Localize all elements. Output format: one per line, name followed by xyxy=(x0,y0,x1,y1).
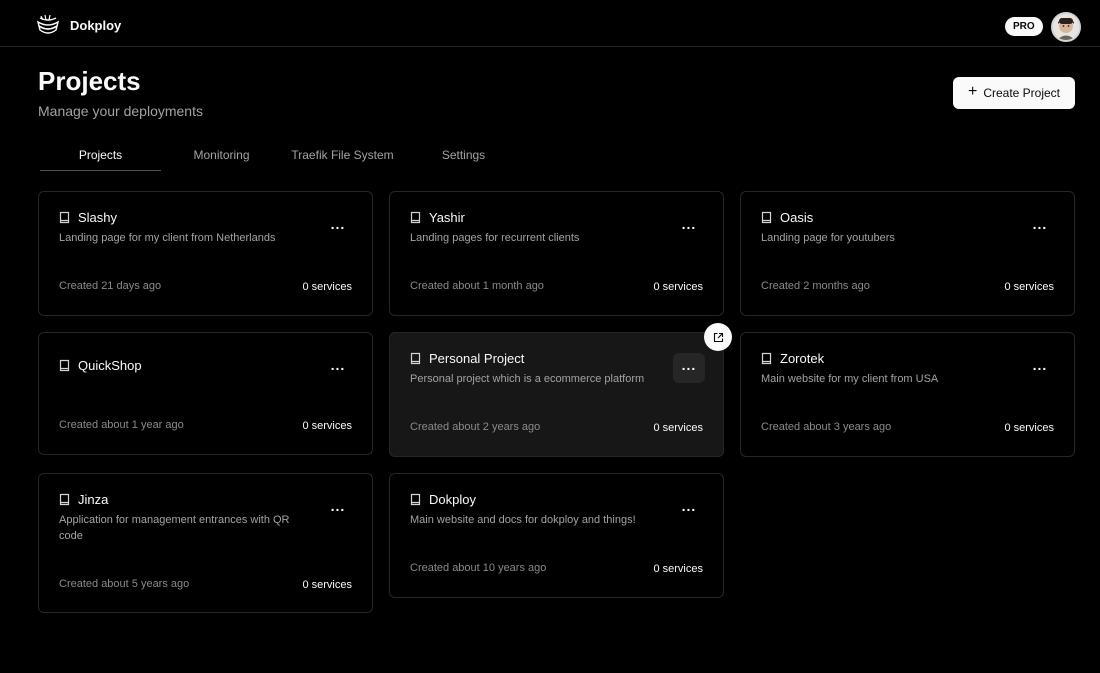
book-icon xyxy=(410,352,421,365)
user-avatar-icon xyxy=(1053,14,1079,40)
more-horizontal-icon: ... xyxy=(1032,216,1048,232)
project-menu-button[interactable]: ... xyxy=(322,212,354,242)
more-horizontal-icon: ... xyxy=(330,357,346,373)
project-card[interactable]: Jinza Application for management entranc… xyxy=(38,473,373,613)
project-description: Main website and docs for dokploy and th… xyxy=(410,514,636,526)
brand-name: Dokploy xyxy=(70,17,122,33)
project-services: 0 services xyxy=(1004,281,1054,293)
book-icon xyxy=(59,211,70,224)
book-icon xyxy=(761,352,772,365)
create-project-label: Create Project xyxy=(983,86,1061,100)
project-menu-button[interactable]: ... xyxy=(673,353,705,383)
page-title: Projects xyxy=(38,66,141,96)
project-card[interactable]: Dokploy Main website and docs for dokplo… xyxy=(389,473,724,598)
project-services: 0 services xyxy=(1004,422,1054,434)
project-menu-button[interactable]: ... xyxy=(673,494,705,524)
more-horizontal-icon: ... xyxy=(681,357,697,373)
project-services: 0 services xyxy=(653,422,703,434)
project-card[interactable]: Yashir Landing pages for recurrent clien… xyxy=(389,191,724,316)
tab-settings[interactable]: Settings xyxy=(403,143,524,171)
project-created: Created about 10 years ago xyxy=(410,562,547,574)
tab-monitoring[interactable]: Monitoring xyxy=(161,143,282,171)
tab-bar: Projects Monitoring Traefik File System … xyxy=(40,143,524,171)
top-bar: Dokploy PRO xyxy=(0,0,1100,47)
project-description: Landing page for my client from Netherla… xyxy=(59,232,276,244)
project-description: Application for management entrances wit… xyxy=(59,514,290,542)
project-name: QuickShop xyxy=(78,358,142,373)
project-card[interactable]: QuickShop ... Created about 1 year ago 0… xyxy=(38,332,373,455)
project-name: Personal Project xyxy=(429,351,525,366)
tab-projects[interactable]: Projects xyxy=(40,143,161,171)
project-name: Jinza xyxy=(78,492,109,507)
project-name: Zorotek xyxy=(780,351,825,366)
project-card[interactable]: Slashy Landing page for my client from N… xyxy=(38,191,373,316)
avatar[interactable] xyxy=(1051,12,1081,42)
project-card[interactable]: Oasis Landing page for youtubers ... Cre… xyxy=(740,191,1075,316)
pro-badge: PRO xyxy=(1005,17,1043,36)
book-icon xyxy=(59,493,70,506)
project-description: Main website for my client from USA xyxy=(761,373,939,385)
more-horizontal-icon: ... xyxy=(330,498,346,514)
tab-traefik-file-system[interactable]: Traefik File System xyxy=(282,143,403,171)
project-created: Created about 1 year ago xyxy=(59,419,184,431)
project-created: Created about 5 years ago xyxy=(59,578,190,590)
project-description: Landing page for youtubers xyxy=(761,232,895,244)
plus-icon: + xyxy=(967,83,978,100)
project-description: Landing pages for recurrent clients xyxy=(410,232,580,244)
external-link-icon xyxy=(713,332,723,342)
project-services: 0 services xyxy=(302,281,352,293)
project-menu-button[interactable]: ... xyxy=(1024,353,1056,383)
dokploy-logo-icon xyxy=(36,14,60,34)
project-name: Slashy xyxy=(78,210,118,225)
project-services: 0 services xyxy=(653,563,703,575)
project-services: 0 services xyxy=(653,281,703,293)
project-name: Oasis xyxy=(780,210,814,225)
book-icon xyxy=(410,211,421,224)
project-name: Yashir xyxy=(429,210,465,225)
open-project-button[interactable] xyxy=(704,323,732,351)
project-created: Created 21 days ago xyxy=(59,280,162,292)
project-menu-button[interactable]: ... xyxy=(1024,212,1056,242)
project-description: Personal project which is a ecommerce pl… xyxy=(410,373,645,385)
more-horizontal-icon: ... xyxy=(681,216,697,232)
project-card[interactable]: Zorotek Main website for my client from … xyxy=(740,332,1075,457)
project-menu-button[interactable]: ... xyxy=(673,212,705,242)
page-subtitle: Manage your deployments xyxy=(38,103,203,119)
project-menu-button[interactable]: ... xyxy=(322,494,354,524)
project-name: Dokploy xyxy=(429,492,476,507)
project-card[interactable]: Personal Project Personal project which … xyxy=(389,332,724,457)
create-project-button[interactable]: + Create Project xyxy=(953,77,1075,109)
project-created: Created 2 months ago xyxy=(761,280,870,292)
project-created: Created about 1 month ago xyxy=(410,280,544,292)
brand[interactable]: Dokploy xyxy=(36,14,121,36)
project-services: 0 services xyxy=(302,579,352,591)
more-horizontal-icon: ... xyxy=(1032,357,1048,373)
project-menu-button[interactable]: ... xyxy=(322,353,354,383)
project-created: Created about 3 years ago xyxy=(761,421,892,433)
more-horizontal-icon: ... xyxy=(330,216,346,232)
more-horizontal-icon: ... xyxy=(681,498,697,514)
project-created: Created about 2 years ago xyxy=(410,421,541,433)
project-services: 0 services xyxy=(302,420,352,432)
book-icon xyxy=(761,211,772,224)
book-icon xyxy=(410,493,421,506)
book-icon xyxy=(59,359,70,372)
